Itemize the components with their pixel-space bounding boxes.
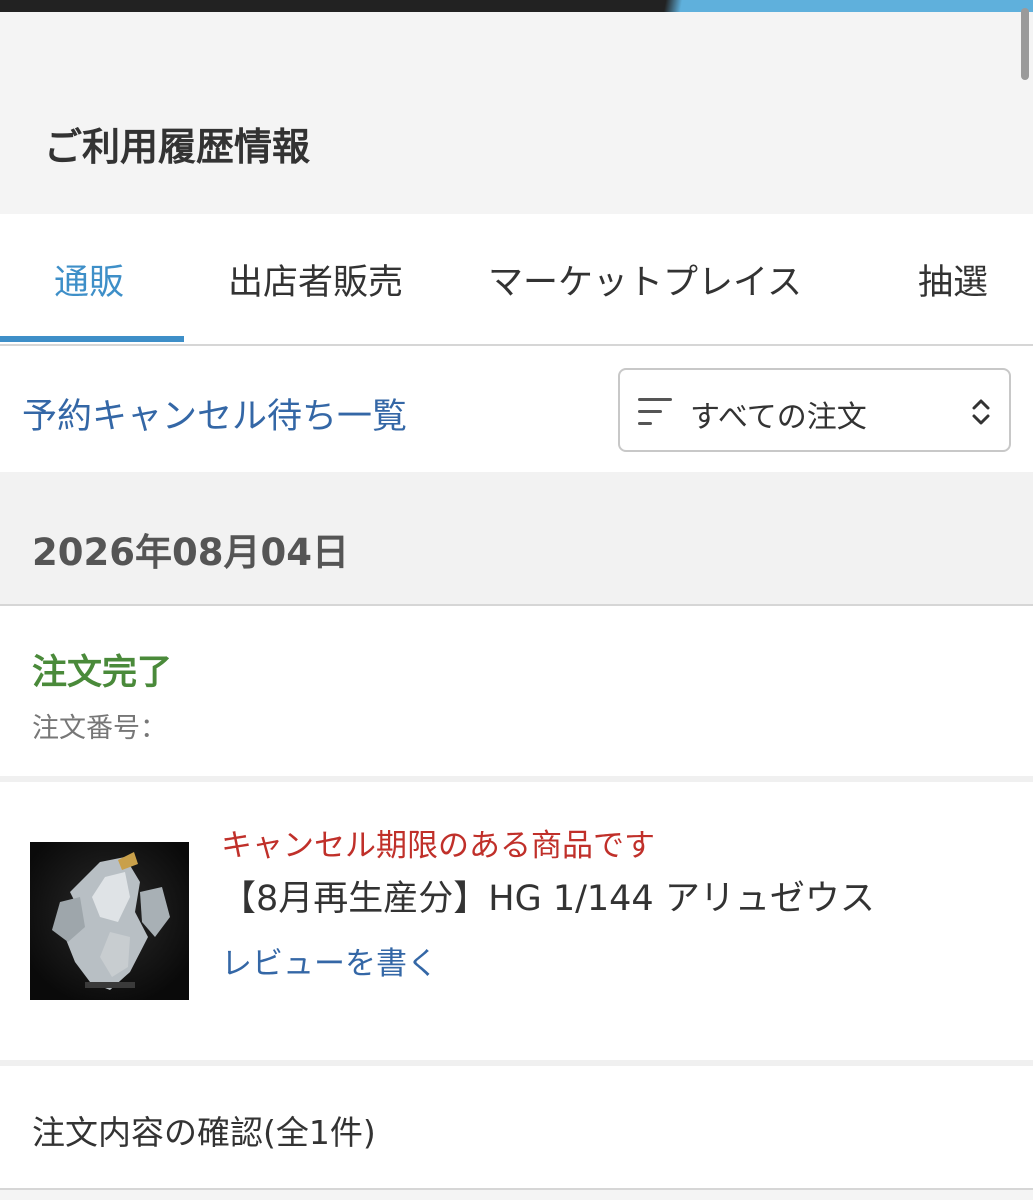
page-title: ご利用履歴情報 bbox=[44, 125, 311, 169]
order-filter-value: すべての注文 bbox=[690, 400, 867, 435]
cancel-deadline-notice: キャンセル期限のある商品です bbox=[221, 828, 655, 864]
active-tab-indicator bbox=[0, 336, 184, 342]
product-thumbnail[interactable] bbox=[30, 842, 189, 1000]
cancel-wait-list-link[interactable]: 予約キャンセル待ち一覧 bbox=[22, 388, 407, 439]
order-detail-link-row[interactable]: 注文内容の確認(全1件) bbox=[0, 1066, 1033, 1190]
sort-lines-icon bbox=[638, 398, 672, 426]
tab-lottery[interactable]: 抽選 bbox=[918, 254, 988, 305]
filter-row: 予約キャンセル待ち一覧 すべての注文 bbox=[0, 346, 1033, 472]
product-name[interactable]: 【8月再生産分】HG 1/144 アリュゼウス bbox=[221, 870, 875, 921]
order-filter-select[interactable]: すべての注文 bbox=[618, 368, 1011, 452]
tab-marketplace[interactable]: マーケットプレイス bbox=[488, 254, 802, 305]
write-review-link[interactable]: レビューを書く bbox=[221, 938, 438, 983]
order-status-badge: 注文完了 bbox=[32, 653, 173, 693]
tab-mail-order[interactable]: 通販 bbox=[54, 254, 124, 305]
order-status-section: 注文完了 注文番号： bbox=[0, 606, 1033, 776]
tab-seller-sales[interactable]: 出店者販売 bbox=[228, 254, 403, 305]
scrollbar[interactable] bbox=[1021, 8, 1029, 80]
order-number-label: 注文番号： bbox=[32, 713, 167, 744]
top-accent-bar bbox=[633, 0, 1033, 12]
order-item-row: キャンセル期限のある商品です 【8月再生産分】HG 1/144 アリュゼウス レ… bbox=[0, 782, 1033, 1060]
order-date-header: 2026年08月04日 bbox=[0, 472, 1033, 606]
order-detail-link[interactable]: 注文内容の確認(全1件) bbox=[32, 1106, 376, 1154]
tab-bar: 通販 出店者販売 マーケットプレイス 抽選 bbox=[0, 214, 1033, 346]
order-date: 2026年08月04日 bbox=[32, 531, 349, 574]
chevron-up-down-icon bbox=[971, 394, 991, 430]
top-browser-strip bbox=[0, 0, 1033, 12]
